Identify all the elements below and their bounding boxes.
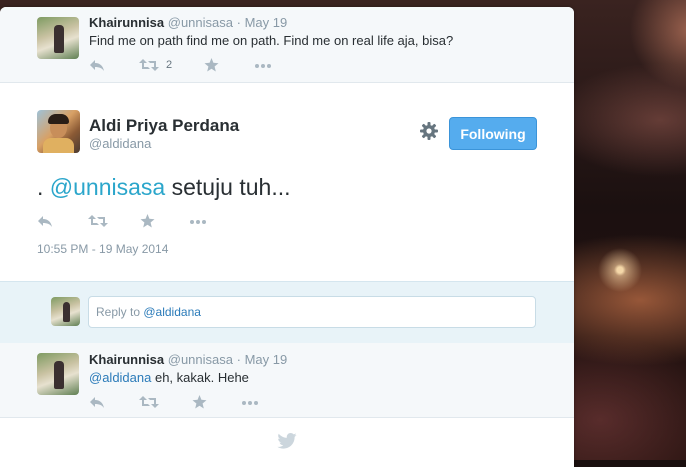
twitter-bird-icon <box>277 433 297 449</box>
tweet-timestamp[interactable]: 10:55 PM - 19 May 2014 <box>37 242 168 256</box>
author-handle[interactable]: @unnisasa <box>168 15 233 30</box>
gear-icon[interactable] <box>419 121 439 141</box>
tweet-actions: 2 <box>89 58 289 74</box>
retweet-icon[interactable] <box>139 395 159 412</box>
reply-icon[interactable] <box>89 58 105 75</box>
retweet-count: 2 <box>166 59 173 71</box>
reply-composer: Reply to @aldidana <box>0 281 574 344</box>
more-icon[interactable] <box>254 58 272 75</box>
star-icon[interactable] <box>192 395 207 412</box>
star-icon[interactable] <box>204 58 219 75</box>
following-button[interactable]: Following <box>449 117 537 150</box>
tweet-text: @aldidana eh, kakak. Hehe <box>89 370 249 385</box>
main-tweet: Aldi Priya Perdana @aldidana Following .… <box>0 83 574 282</box>
mention-link[interactable]: @unnisasa <box>50 174 165 200</box>
reply-mention: @aldidana <box>143 305 201 319</box>
tweet-text-body: setuju tuh... <box>165 174 291 200</box>
reply-icon[interactable] <box>89 395 105 412</box>
retweet-icon[interactable] <box>139 58 159 75</box>
tweet-author[interactable]: Khairunnisa @unnisasa · May 19 <box>89 15 287 30</box>
avatar[interactable] <box>37 353 79 395</box>
author-handle[interactable]: @unnisasa <box>168 352 233 367</box>
reply-icon[interactable] <box>37 214 53 231</box>
tweet-text: . @unnisasa setuju tuh... <box>37 174 291 201</box>
previous-tweet[interactable]: Khairunnisa @unnisasa · May 19 Find me o… <box>0 7 574 83</box>
reply-tweet[interactable]: Khairunnisa @unnisasa · May 19 @aldidana… <box>0 343 574 418</box>
more-icon[interactable] <box>189 214 207 231</box>
tweet-text: Find me on path find me on path. Find me… <box>89 33 454 48</box>
star-icon[interactable] <box>140 214 155 231</box>
tweet-text-body: eh, kakak. Hehe <box>151 370 249 385</box>
tweet-actions <box>37 214 237 230</box>
reply-prefix: Reply to <box>96 305 144 319</box>
tweet-author[interactable]: Khairunnisa @unnisasa · May 19 <box>89 352 287 367</box>
tweet-time[interactable]: · May 19 <box>237 352 288 367</box>
tweet-time[interactable]: · May 19 <box>237 15 288 30</box>
tweet-text-prefix: . <box>37 174 50 200</box>
avatar[interactable] <box>37 110 80 153</box>
retweet-icon[interactable] <box>88 214 108 231</box>
author-name[interactable]: Khairunnisa <box>89 352 164 367</box>
author-name[interactable]: Aldi Priya Perdana <box>89 116 239 136</box>
mention-link[interactable]: @aldidana <box>89 370 151 385</box>
author-name[interactable]: Khairunnisa <box>89 15 164 30</box>
more-icon[interactable] <box>241 395 259 412</box>
avatar[interactable] <box>37 17 79 59</box>
avatar <box>51 297 80 326</box>
tweet-permalink-panel: Khairunnisa @unnisasa · May 19 Find me o… <box>0 7 574 467</box>
tweet-actions <box>89 395 289 411</box>
author-handle[interactable]: @aldidana <box>89 136 151 151</box>
reply-input[interactable]: Reply to @aldidana <box>88 296 536 328</box>
